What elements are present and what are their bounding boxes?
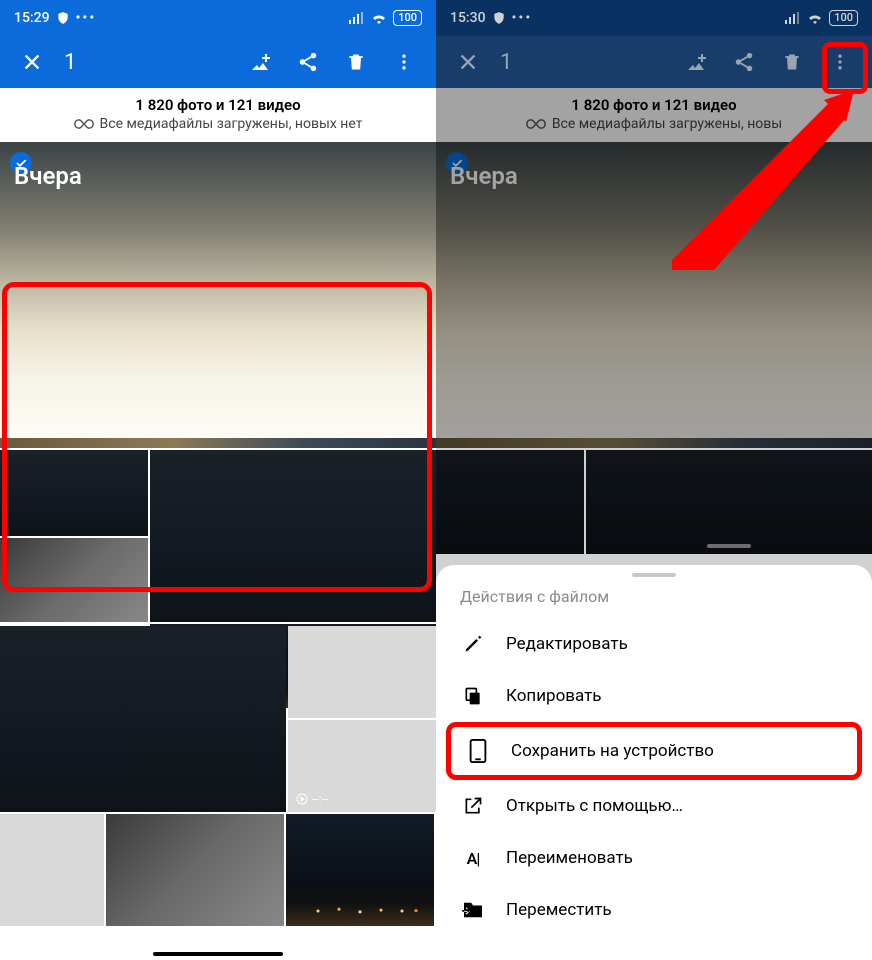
phone-right: 15:30 ••• 100 1 — [436, 0, 872, 960]
sheet-drag-handle[interactable] — [632, 573, 676, 577]
action-label: Переместить — [506, 900, 612, 920]
share-button[interactable] — [286, 40, 330, 84]
thumbnail-video[interactable]: --:-- — [288, 720, 436, 812]
action-label: Редактировать — [506, 634, 628, 654]
gallery: Вчера --:-- — [0, 142, 436, 926]
status-bar: 15:30 ••• 100 — [436, 0, 872, 36]
status-time: 15:29 — [14, 10, 50, 26]
device-icon — [465, 739, 491, 763]
signal-icon — [785, 12, 801, 24]
thumbnail[interactable] — [286, 814, 434, 926]
media-count-text: 1 820 фото и 121 видео — [0, 96, 436, 114]
sheet-title: Действия с файлом — [436, 587, 872, 618]
thumbnail[interactable] — [288, 626, 436, 718]
close-button[interactable] — [446, 40, 490, 84]
annotation-frame-kebab — [822, 42, 868, 94]
sync-status: Все медиафайлы загружены, новы — [436, 116, 872, 132]
action-open-with[interactable]: Открыть с помощью… — [436, 780, 872, 832]
thumbnail[interactable] — [0, 814, 104, 926]
action-label: Копировать — [506, 686, 602, 706]
more-dots-icon: ••• — [512, 10, 533, 26]
selection-count: 1 — [64, 50, 234, 75]
action-copy[interactable]: Копировать — [436, 670, 872, 722]
battery-indicator: 100 — [829, 10, 858, 26]
delete-button[interactable] — [334, 40, 378, 84]
copy-icon — [460, 686, 486, 706]
status-bar: 15:29 ••• 100 — [0, 0, 436, 36]
selection-count: 1 — [500, 50, 670, 75]
wifi-icon — [807, 12, 823, 24]
thumbnail[interactable] — [0, 626, 286, 812]
add-image-icon — [248, 50, 272, 74]
action-rename[interactable]: A| Переименовать — [436, 832, 872, 884]
selection-toolbar: 1 — [436, 36, 872, 88]
phone-left: 15:29 ••• 100 1 1 820 фото и 121 видео — [0, 0, 436, 960]
trash-icon — [346, 51, 366, 73]
thumbnail[interactable] — [106, 814, 284, 926]
more-menu-button[interactable] — [382, 40, 426, 84]
action-label: Открыть с помощью… — [506, 796, 683, 816]
battery-indicator: 100 — [393, 10, 422, 26]
share-icon — [733, 51, 755, 73]
home-indicator — [153, 952, 283, 956]
hero-photo[interactable]: Вчера — [436, 142, 872, 448]
rename-icon: A| — [460, 849, 486, 868]
thumbnail[interactable] — [0, 538, 148, 622]
video-duration: --:-- — [296, 792, 328, 806]
delete-button[interactable] — [770, 40, 814, 84]
close-icon — [457, 51, 479, 73]
info-strip: 1 820 фото и 121 видео Все медиафайлы за… — [436, 88, 872, 142]
action-edit[interactable]: Редактировать — [436, 618, 872, 670]
shield-icon — [492, 11, 506, 25]
media-count-text: 1 820 фото и 121 видео — [436, 96, 872, 114]
add-to-album-button[interactable] — [238, 40, 282, 84]
action-save-to-device[interactable]: Сохранить на устройство — [446, 722, 862, 780]
share-icon — [297, 51, 319, 73]
add-image-icon — [684, 50, 708, 74]
thumbnail[interactable] — [0, 450, 148, 536]
sync-status: Все медиафайлы загружены, новых нет — [0, 116, 436, 132]
move-icon — [460, 901, 486, 919]
trash-icon — [782, 51, 802, 73]
play-icon — [296, 793, 308, 805]
more-dots-icon: ••• — [76, 10, 97, 26]
hero-photo[interactable]: Вчера — [0, 142, 436, 448]
thumbnail[interactable] — [436, 450, 584, 554]
hero-date-label: Вчера — [450, 162, 518, 190]
sheet-drag-handle[interactable] — [707, 544, 751, 548]
gallery: Вчера — [436, 142, 872, 554]
infinity-icon — [526, 118, 546, 130]
signal-icon — [349, 12, 365, 24]
action-move[interactable]: Переместить — [436, 884, 872, 936]
add-to-album-button[interactable] — [674, 40, 718, 84]
thumbnail[interactable] — [586, 450, 872, 554]
action-label: Переименовать — [506, 848, 633, 868]
status-time: 15:30 — [450, 10, 486, 26]
shield-icon — [56, 11, 70, 25]
pencil-icon — [460, 634, 486, 654]
actions-sheet: Действия с файлом Редактировать Копирова… — [436, 565, 872, 960]
kebab-icon — [394, 52, 414, 72]
hero-date-label: Вчера — [14, 162, 82, 190]
infinity-icon — [74, 118, 94, 130]
thumbnail[interactable] — [150, 450, 436, 622]
close-button[interactable] — [10, 40, 54, 84]
selection-toolbar: 1 — [0, 36, 436, 88]
wifi-icon — [371, 12, 387, 24]
info-strip: 1 820 фото и 121 видео Все медиафайлы за… — [0, 88, 436, 142]
share-button[interactable] — [722, 40, 766, 84]
close-icon — [21, 51, 43, 73]
open-external-icon — [460, 796, 486, 816]
action-label: Сохранить на устройство — [511, 741, 714, 761]
